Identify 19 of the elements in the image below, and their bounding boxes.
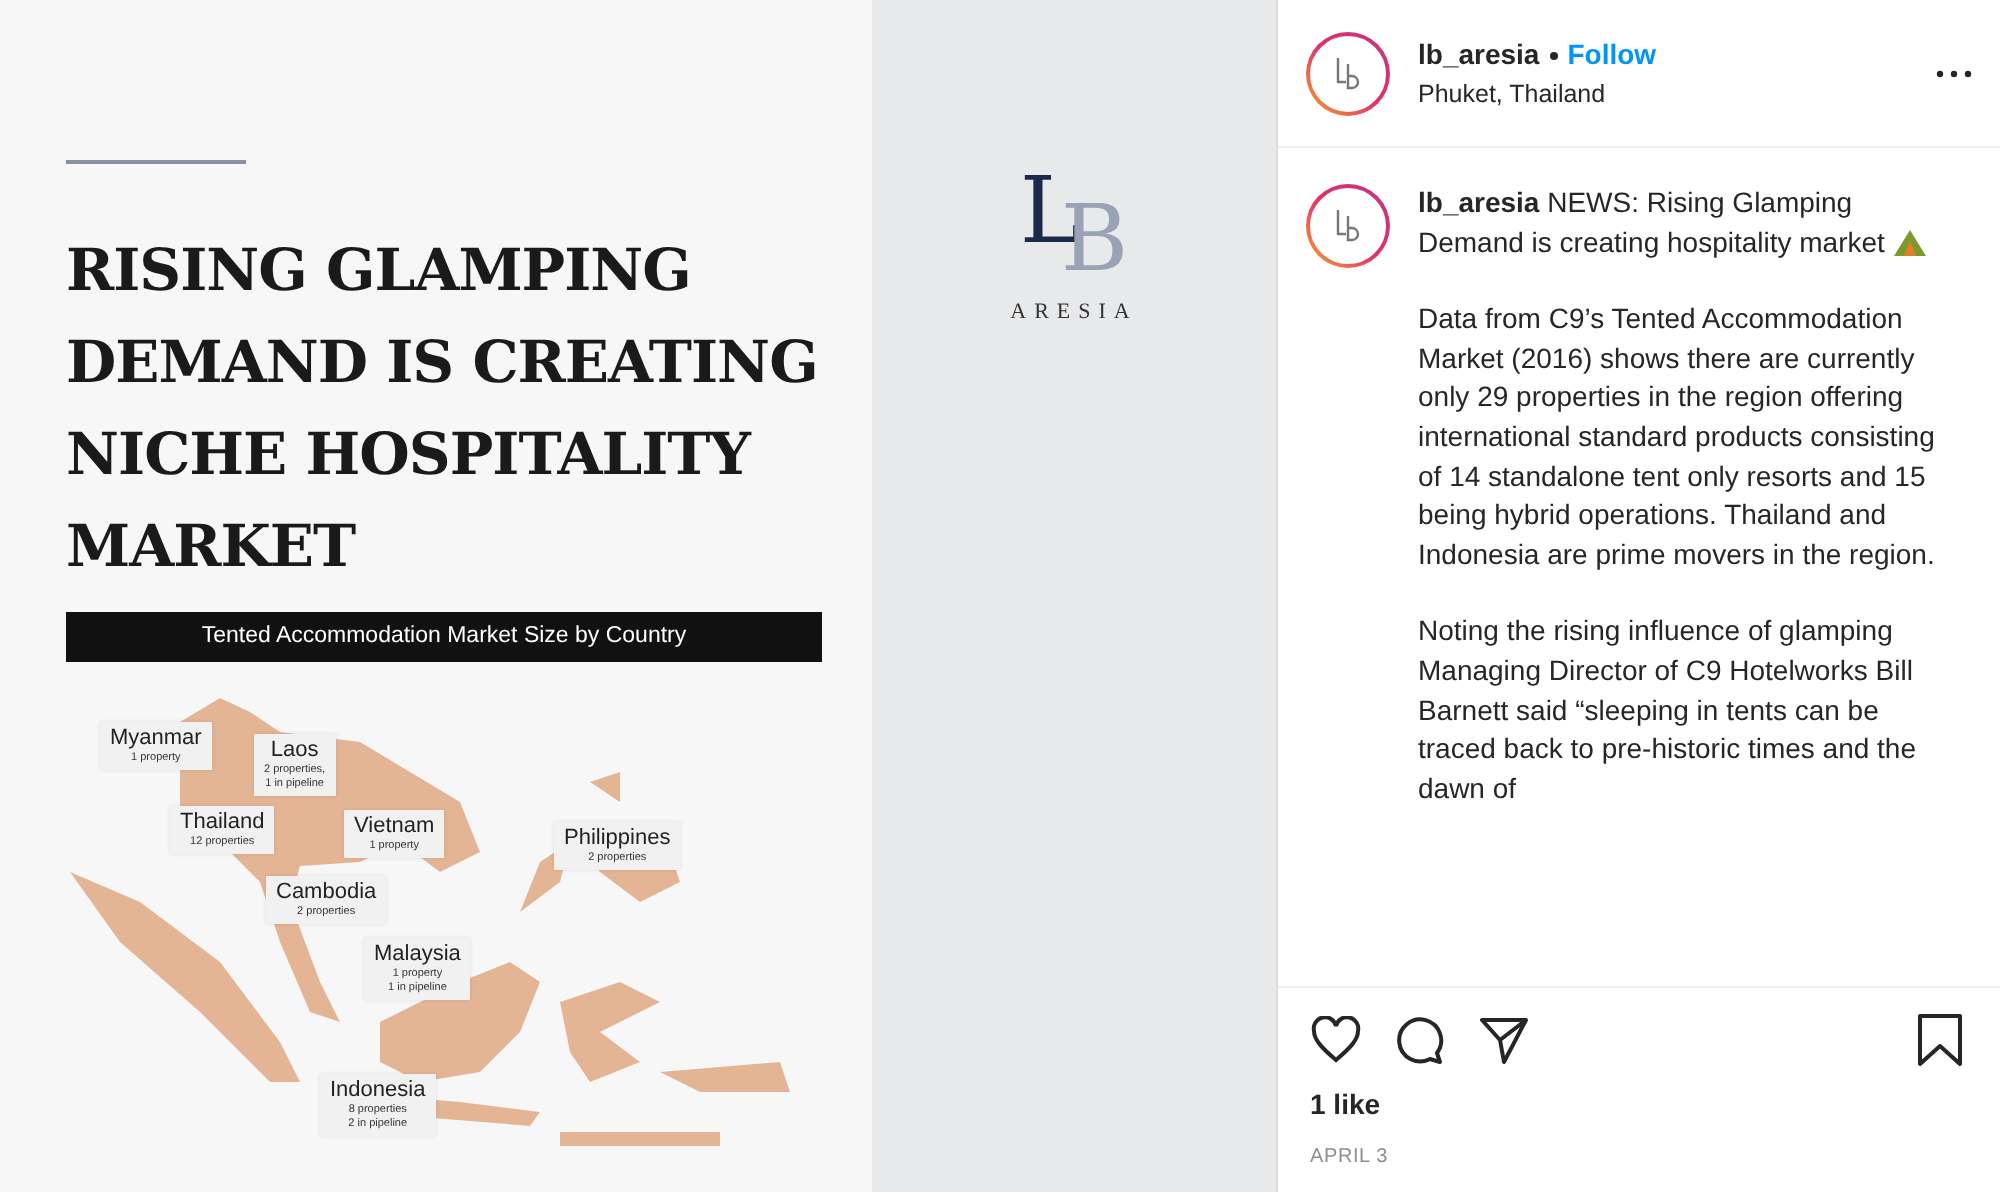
headline: RISING GLAMPING DEMAND IS CREATING NICHE HOSPITALITY MARKET — [66, 234, 820, 584]
caption-paragraph: Data from C9’s Tented Accommodation Market (2016) shows there are currently only 29 properties in the region offering international standard products consisting of 14 standalone tent only resorts and 15 being hybrid operations. Thailand and Indonesia are prime movers in the region. — [1418, 300, 1937, 574]
username[interactable]: lb_aresia — [1418, 34, 1540, 77]
more-options-icon[interactable] — [1936, 70, 1972, 78]
username-link[interactable]: lb_aresia — [1418, 186, 1540, 218]
tent-icon — [1892, 225, 1929, 258]
avatar[interactable] — [1306, 32, 1390, 116]
map-title: Tented Accommodation Market Size by Country — [66, 612, 822, 663]
separator-dot-icon — [1547, 49, 1560, 62]
avatar[interactable] — [1306, 184, 1390, 268]
share-plane-icon[interactable] — [1478, 1014, 1530, 1066]
caption-paragraph: lb_aresia NEWS: Rising Glamping Demand is creating hospitality market — [1418, 184, 1944, 263]
logo-brand: ARESIA — [1010, 298, 1138, 328]
comment-icon[interactable] — [1394, 1014, 1446, 1066]
location-link[interactable]: Phuket, Thailand — [1418, 76, 1908, 114]
like-count[interactable]: 1 like — [1310, 1084, 1972, 1126]
like-heart-icon[interactable] — [1310, 1016, 1362, 1064]
bookmark-icon[interactable] — [1916, 1012, 1964, 1068]
caption-paragraph: Noting the rising influence of glamping Managing Director of C9 Hotelworks Bill Barnett said “sleeping in tents can be traced back to pre-historic times and the dawn of — [1418, 612, 1919, 808]
